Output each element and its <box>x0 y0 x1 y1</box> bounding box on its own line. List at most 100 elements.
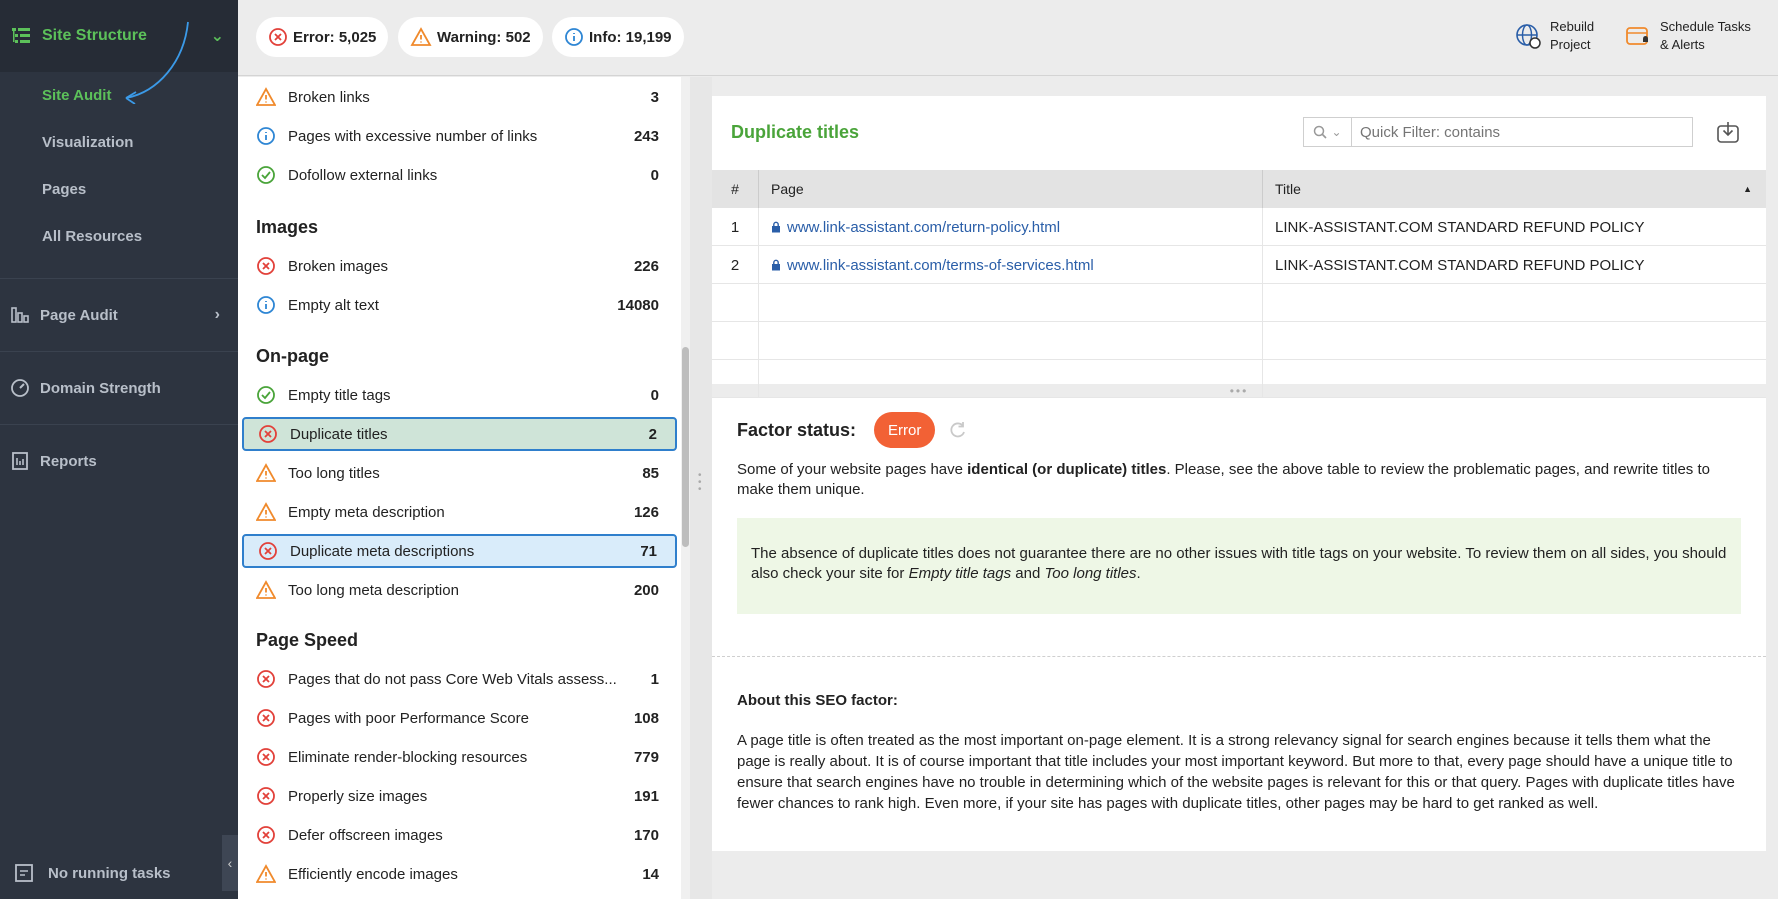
issue-label: Pages with excessive number of links <box>288 127 538 145</box>
issue-label: Too long titles <box>288 464 380 482</box>
tip-text-2: and <box>1011 565 1045 582</box>
rebuild-label-1: Rebuild <box>1550 19 1595 34</box>
info-icon <box>257 296 275 314</box>
issue-label: Empty alt text <box>288 296 379 314</box>
error-count: Error: 5,025 <box>293 28 377 46</box>
issue-label: Too long meta description <box>288 581 459 599</box>
issue-row[interactable]: Too long meta description 200 <box>242 573 677 607</box>
sidebar-group-reports[interactable]: Reports <box>0 424 238 497</box>
table-header: # Page Title ▲ <box>712 170 1766 208</box>
tip-text-1: The absence of duplicate titles does not… <box>751 545 1727 582</box>
issue-row[interactable]: Pages that do not pass Core Web Vitals a… <box>242 662 677 696</box>
issue-row[interactable]: Duplicate titles 2 <box>242 417 677 451</box>
issue-label: Duplicate titles <box>290 425 388 443</box>
issue-count: 226 <box>633 257 659 275</box>
desc-text-bold: identical (or duplicate) titles <box>967 461 1167 478</box>
sort-asc-icon: ▲ <box>1743 184 1752 194</box>
site-structure-icon <box>12 28 30 43</box>
refresh-icon[interactable] <box>948 420 968 440</box>
issue-count: 108 <box>633 709 659 727</box>
warning-icon <box>256 502 276 521</box>
issue-row[interactable]: Broken images 226 <box>242 249 677 283</box>
issue-row[interactable]: Empty meta description 126 <box>242 495 677 529</box>
panel-splitter[interactable]: • • • <box>690 77 712 899</box>
error-icon <box>257 709 275 727</box>
issue-count: 3 <box>650 88 659 106</box>
sidebar-item-all-resources[interactable]: All Resources <box>0 213 238 260</box>
issue-count: 191 <box>633 787 659 805</box>
column-header-num[interactable]: # <box>712 170 759 208</box>
page-link[interactable]: www.link-assistant.com/return-policy.htm… <box>787 219 1060 236</box>
issue-row[interactable]: Too long titles 85 <box>242 456 677 490</box>
issue-label: Empty title tags <box>288 386 391 404</box>
scrollbar-thumb[interactable] <box>682 347 689 547</box>
issue-label: Pages with poor Performance Score <box>288 709 529 727</box>
tasks-icon <box>15 864 33 882</box>
column-header-page[interactable]: Page <box>759 170 1263 208</box>
category-heading: On-page <box>256 346 330 366</box>
divider <box>712 656 1766 657</box>
issue-row[interactable]: Defer offscreen images 170 <box>242 818 677 852</box>
issue-count: 85 <box>642 464 659 482</box>
issue-row[interactable]: Pages with excessive number of links 243 <box>242 119 677 153</box>
empty-cell <box>712 284 759 322</box>
issue-row[interactable]: Eliminate render-blocking resources 779 <box>242 740 677 774</box>
error-count-pill[interactable]: Error: 5,025 <box>256 17 389 57</box>
issue-row[interactable]: Duplicate meta descriptions 71 <box>242 534 677 568</box>
category-heading: Page Speed <box>256 630 359 650</box>
error-icon <box>269 28 287 46</box>
issue-label: Duplicate meta descriptions <box>290 542 475 560</box>
issues-list: Broken links 3 Pages with excessive number… <box>238 77 690 899</box>
issue-row[interactable]: Empty title tags 0 <box>242 378 677 412</box>
issue-label: Eliminate render-blocking resources <box>288 748 528 766</box>
issue-row[interactable]: Broken links 3 <box>242 80 677 114</box>
issue-count: 126 <box>633 503 659 521</box>
row-number: 1 <box>712 208 759 246</box>
splitter-grip: • • • <box>698 470 702 495</box>
rebuild-project-button[interactable]: Rebuild Project <box>1514 18 1594 54</box>
issue-label: Properly size images <box>288 787 428 805</box>
issue-row[interactable]: Empty alt text 14080 <box>242 288 677 322</box>
sidebar-group-domain-strength[interactable]: Domain Strength <box>0 351 238 424</box>
warning-icon <box>410 27 432 46</box>
issue-count: 200 <box>633 581 659 599</box>
table-row <box>712 322 1766 360</box>
filter-search-dropdown[interactable]: ⌄ <box>1304 118 1352 146</box>
tip-link-empty-title-tags: Empty title tags <box>908 565 1012 582</box>
issue-row[interactable]: Pages with poor Performance Score 108 <box>242 701 677 735</box>
collapse-sidebar-button[interactable]: ‹ <box>222 835 238 891</box>
top-bar: Error: 5,025 Warning: 502 Info: 19,199 R… <box>238 0 1778 76</box>
quick-filter: ⌄ <box>1303 117 1693 147</box>
page-link[interactable]: www.link-assistant.com/terms-of-services… <box>787 257 1094 274</box>
issue-row[interactable]: Dofollow external links 0 <box>242 158 677 192</box>
table-row[interactable]: 2 www.link-assistant.com/terms-of-service… <box>712 246 1766 284</box>
title-cell: LINK-ASSISTANT.COM STANDARD REFUND POLIC… <box>1275 256 1645 274</box>
error-icon <box>259 542 277 560</box>
quick-filter-input[interactable] <box>1352 119 1692 145</box>
sidebar-group-page-audit[interactable]: Page Audit › <box>0 278 238 351</box>
warning-icon <box>256 463 276 482</box>
warning-count-pill[interactable]: Warning: 502 <box>398 17 543 57</box>
chevron-down-icon[interactable]: ⌄ <box>211 26 224 46</box>
warning-icon <box>256 87 276 106</box>
vertical-resize-handle[interactable]: ••• <box>712 384 1766 398</box>
issue-count: 779 <box>633 748 659 766</box>
lock-icon <box>772 259 780 271</box>
issues-list-scrollbar[interactable] <box>681 77 690 899</box>
info-count-pill[interactable]: Info: 19,199 <box>552 17 684 57</box>
warning-icon <box>256 864 276 883</box>
issue-count: 14 <box>642 865 659 883</box>
export-icon[interactable] <box>1714 118 1742 146</box>
running-tasks-status[interactable]: No running tasks <box>0 847 238 899</box>
column-header-title[interactable]: Title ▲ <box>1263 170 1766 208</box>
sidebar-item-pages[interactable]: Pages <box>0 166 238 213</box>
schedule-tasks-button[interactable]: Schedule Tasks & Alerts <box>1624 18 1751 54</box>
chevron-down-icon: ⌄ <box>1331 125 1342 139</box>
info-icon <box>565 28 583 46</box>
sidebar-item-visualization[interactable]: Visualization <box>0 119 238 166</box>
table-row[interactable]: 1 www.link-assistant.com/return-policy.ht… <box>712 208 1766 246</box>
issue-row[interactable]: Properly size images 191 <box>242 779 677 813</box>
reports-icon <box>12 452 28 470</box>
globe-refresh-icon <box>1516 24 1541 49</box>
issue-row[interactable]: Efficiently encode images 14 <box>242 857 677 891</box>
